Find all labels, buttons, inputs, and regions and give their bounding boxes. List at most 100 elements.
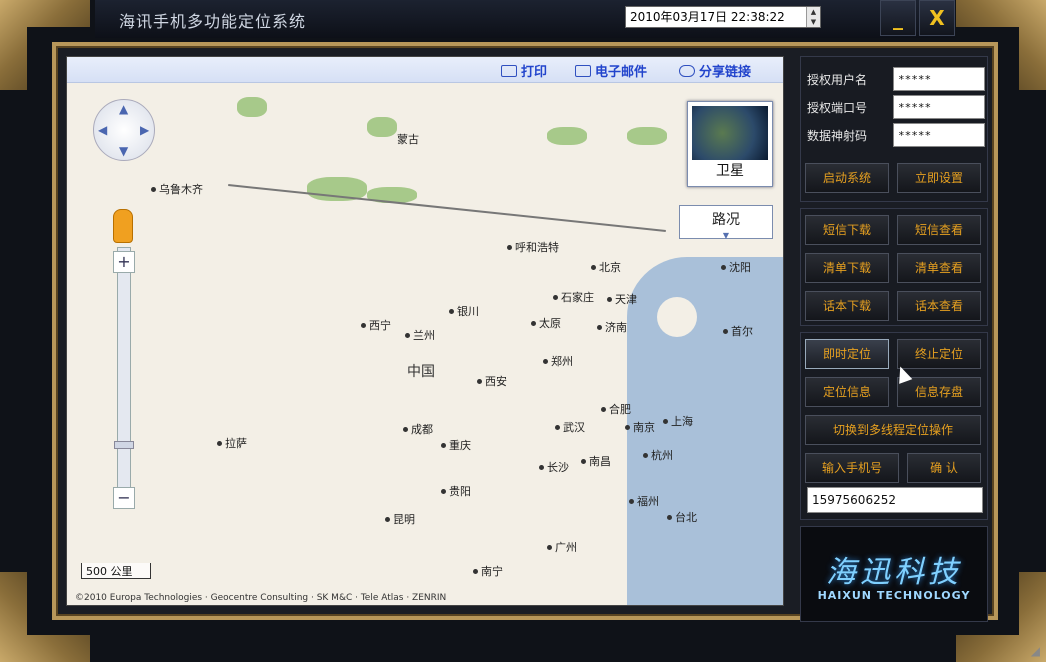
map-label: 拉萨	[217, 435, 247, 451]
map-pan-control[interactable]: ▲ ▼ ◀ ▶	[93, 99, 155, 161]
satellite-thumbnail	[692, 106, 768, 160]
sms-view-button[interactable]: 短信查看	[897, 215, 981, 245]
map-label: 福州	[629, 493, 659, 509]
auth-port-label: 授权端口号	[807, 101, 868, 115]
locate-section: 即时定位 终止定位 定位信息 信息存盘 切换到多线程定位操作 输入手机号 确 认…	[800, 332, 988, 520]
map-label: 杭州	[643, 447, 673, 463]
pan-right-icon[interactable]: ▶	[140, 123, 149, 137]
auth-port-row: 授权端口号 *****	[807, 95, 985, 119]
enter-phone-label: 输入手机号	[805, 453, 899, 483]
settings-button[interactable]: 立即设置	[897, 163, 981, 193]
switch-multithread-button[interactable]: 切换到多线程定位操作	[805, 415, 981, 445]
traffic-layer-button[interactable]: 路况 ▼	[679, 205, 773, 240]
map-label: 西安	[477, 373, 507, 389]
map-label: 昆明	[385, 511, 415, 527]
map-label: 沈阳	[721, 259, 751, 275]
map-label: 重庆	[441, 437, 471, 453]
map-toolbar: 打印 电子邮件 分享链接	[67, 57, 783, 83]
logo-english-text: HAIXUN TECHNOLOGY	[817, 589, 971, 602]
map-label: 蒙古	[397, 133, 419, 146]
auth-user-label: 授权用户名	[807, 73, 868, 87]
envelope-icon	[575, 65, 591, 77]
grass-area	[627, 127, 667, 145]
contacts-view-button[interactable]: 话本查看	[897, 291, 981, 321]
sms-download-button[interactable]: 短信下载	[805, 215, 889, 245]
control-panel: 授权用户名 ***** 授权端口号 ***** 数据神射码 ***** 启动系统…	[800, 56, 988, 622]
logo-chinese-text: 海迅科技	[826, 555, 962, 590]
locate-info-button[interactable]: 定位信息	[805, 377, 889, 407]
confirm-button[interactable]: 确 认	[907, 453, 981, 483]
pan-down-icon[interactable]: ▼	[119, 144, 128, 158]
zoom-slider[interactable]	[117, 247, 131, 497]
zoom-slider-handle[interactable]	[114, 441, 134, 449]
contacts-download-button[interactable]: 话本下载	[805, 291, 889, 321]
main-frame: 打印 电子邮件 分享链接 蒙古 乌鲁木齐 呼和浩特 北京 天津 石家庄 太原 济…	[52, 42, 998, 622]
map-label: 南京	[625, 419, 655, 435]
land-area	[657, 297, 697, 337]
realtime-locate-button[interactable]: 即时定位	[805, 339, 889, 369]
close-button[interactable]: X	[919, 0, 955, 36]
map-view[interactable]: 打印 电子邮件 分享链接 蒙古 乌鲁木齐 呼和浩特 北京 天津 石家庄 太原 济…	[66, 56, 784, 606]
list-view-button[interactable]: 清单查看	[897, 253, 981, 283]
map-label: 台北	[667, 509, 697, 525]
list-download-button[interactable]: 清单下载	[805, 253, 889, 283]
auth-code-row: 数据神射码 *****	[807, 123, 985, 147]
email-link[interactable]: 电子邮件	[575, 61, 647, 80]
map-label: 乌鲁木齐	[151, 181, 203, 197]
window-title: 海讯手机多功能定位系统	[119, 12, 307, 31]
datetime-spinner[interactable]: ▲ ▼	[806, 7, 820, 27]
auth-code-input[interactable]: *****	[893, 123, 985, 147]
map-label: 武汉	[555, 419, 585, 435]
map-label: 北京	[591, 259, 621, 275]
pan-up-icon[interactable]: ▲	[119, 102, 128, 116]
map-label: 广州	[547, 539, 577, 555]
pan-left-icon[interactable]: ◀	[98, 123, 107, 137]
grass-area	[367, 117, 397, 137]
map-label: 南昌	[581, 453, 611, 469]
map-label: 成都	[403, 421, 433, 437]
traffic-label: 路况	[712, 212, 740, 228]
map-label: 郑州	[543, 353, 573, 369]
grass-area	[237, 97, 267, 117]
phone-number-input[interactable]: 15975606252	[807, 487, 983, 513]
datetime-picker[interactable]: 2010年03月17日 22:38:22 ▲ ▼	[625, 6, 821, 28]
map-label: 呼和浩特	[507, 239, 559, 255]
map-label: 南宁	[473, 563, 503, 579]
map-scale: 500 公里	[81, 563, 151, 579]
map-copyright: ©2010 Europa Technologies · Geocentre Co…	[75, 593, 447, 603]
map-label: 西宁	[361, 317, 391, 333]
stop-locate-button[interactable]: 终止定位	[897, 339, 981, 369]
map-label: 银川	[449, 303, 479, 319]
map-label: 合肥	[601, 401, 631, 417]
resize-grip-icon[interactable]: ◢	[1031, 644, 1040, 658]
zoom-out-button[interactable]: −	[113, 487, 135, 509]
chevron-down-icon: ▼	[722, 231, 730, 240]
map-label: 石家庄	[553, 289, 594, 305]
street-view-pegman-icon[interactable]	[113, 209, 133, 243]
minimize-button[interactable]: _	[880, 0, 916, 36]
satellite-layer-button[interactable]: 卫星	[687, 101, 773, 187]
map-label: 济南	[597, 319, 627, 335]
download-section: 短信下载 短信查看 清单下载 清单查看 话本下载 话本查看	[800, 208, 988, 326]
auth-port-input[interactable]: *****	[893, 95, 985, 119]
map-label: 兰州	[405, 327, 435, 343]
grass-area	[547, 127, 587, 145]
auth-code-label: 数据神射码	[807, 129, 868, 143]
zoom-in-button[interactable]: +	[113, 251, 135, 273]
auth-user-input[interactable]: *****	[893, 67, 985, 91]
map-label: 上海	[663, 413, 693, 429]
start-system-button[interactable]: 启动系统	[805, 163, 889, 193]
company-logo: 海迅科技 HAIXUN TECHNOLOGY	[800, 526, 988, 622]
auth-user-row: 授权用户名 *****	[807, 67, 985, 91]
share-link[interactable]: 分享链接	[679, 61, 751, 80]
map-label: 天津	[607, 291, 637, 307]
map-label: 长沙	[539, 459, 569, 475]
map-label: 中国	[407, 364, 435, 380]
map-label: 首尔	[723, 323, 753, 339]
satellite-label: 卫星	[716, 163, 744, 179]
print-link[interactable]: 打印	[501, 61, 547, 80]
email-label: 电子邮件	[595, 65, 648, 80]
info-save-button[interactable]: 信息存盘	[897, 377, 981, 407]
country-border	[228, 184, 666, 232]
map-label: 太原	[531, 315, 561, 331]
